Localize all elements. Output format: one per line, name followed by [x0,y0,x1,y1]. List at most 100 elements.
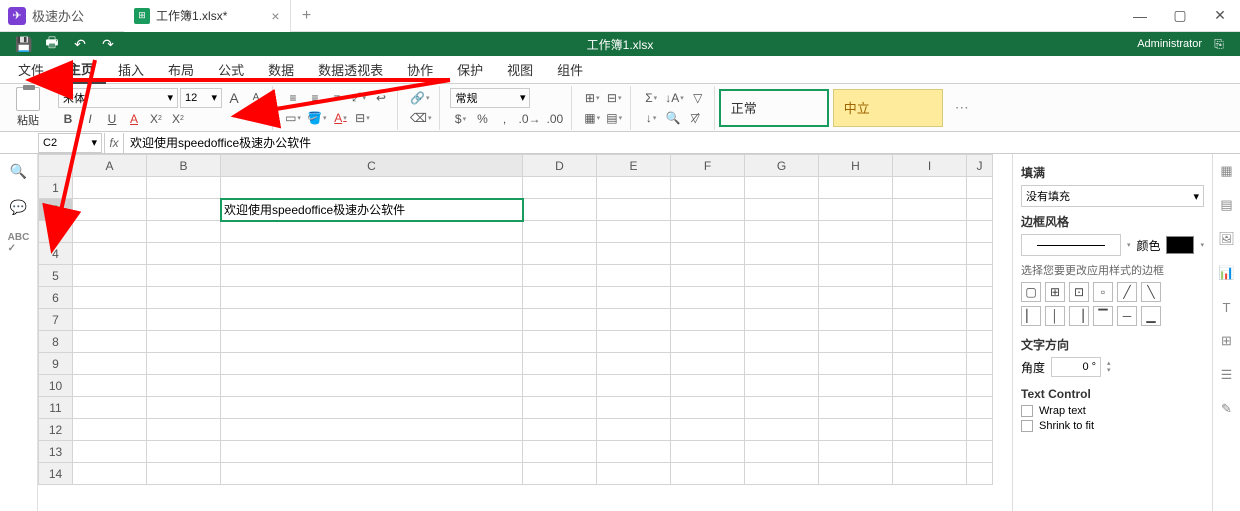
cell-J11[interactable] [967,397,993,419]
table-settings-icon[interactable]: ▤ [1218,196,1236,214]
border-diag-down-icon[interactable]: ╲ [1141,282,1161,302]
cell-D5[interactable] [523,265,597,287]
cell-J1[interactable] [967,177,993,199]
cell-C10[interactable] [221,375,523,397]
angle-down-icon[interactable]: ▾ [1107,367,1111,374]
cell-E2[interactable] [597,199,671,221]
decrease-decimal-button[interactable]: .00 [545,110,566,128]
menu-home[interactable]: 主页 [56,56,106,84]
cell-C5[interactable] [221,265,523,287]
cell-G10[interactable] [745,375,819,397]
currency-button[interactable]: $ [450,110,470,128]
cell-D6[interactable] [523,287,597,309]
cell-B8[interactable] [147,331,221,353]
clear-button[interactable]: ⌫ [408,109,433,127]
col-header-H[interactable]: H [819,155,893,177]
border-line-preview[interactable] [1021,234,1121,256]
shrink-checkbox[interactable] [1021,420,1033,432]
print-icon[interactable]: 🖶 [38,32,66,56]
cell-D9[interactable] [523,353,597,375]
cell-D7[interactable] [523,309,597,331]
cell-D3[interactable] [523,221,597,243]
italic-button[interactable]: I [80,110,100,128]
cell-H10[interactable] [819,375,893,397]
cell-H6[interactable] [819,287,893,309]
border-none-icon[interactable]: ▫ [1093,282,1113,302]
menu-formula[interactable]: 公式 [206,56,256,84]
add-tab-button[interactable]: + [291,7,323,25]
align-top-icon[interactable]: ≡ [283,89,303,107]
row-header-14[interactable]: 14 [39,463,73,485]
align-middle-icon[interactable]: ≡ [305,89,325,107]
col-header-C[interactable]: C [221,155,523,177]
cell-E1[interactable] [597,177,671,199]
comment-icon[interactable]: 💬 [10,198,28,216]
cell-C11[interactable] [221,397,523,419]
cell-I3[interactable] [893,221,967,243]
cell-J6[interactable] [967,287,993,309]
settings-icon[interactable]: ⎘ [1208,33,1230,55]
cell-C4[interactable] [221,243,523,265]
col-header-E[interactable]: E [597,155,671,177]
menu-data[interactable]: 数据 [256,56,306,84]
cell-D1[interactable] [523,177,597,199]
cell-B5[interactable] [147,265,221,287]
row-header-10[interactable]: 10 [39,375,73,397]
autosum-button[interactable]: Σ [641,89,661,107]
fx-icon[interactable]: fx [104,133,124,153]
cell-I1[interactable] [893,177,967,199]
wrap-text-button[interactable]: ↩ [371,89,391,107]
sort-button[interactable]: ↓A [663,89,686,107]
close-window-button[interactable]: ✕ [1200,0,1240,32]
font-color-dd[interactable]: A [330,109,350,127]
cell-style-normal[interactable]: 正常 [719,89,829,127]
menu-collab[interactable]: 协作 [395,56,445,84]
cell-B4[interactable] [147,243,221,265]
cell-A5[interactable] [73,265,147,287]
cell-H13[interactable] [819,441,893,463]
bold-button[interactable]: B [58,110,78,128]
cell-B9[interactable] [147,353,221,375]
close-icon[interactable]: × [271,8,279,24]
menu-protect[interactable]: 保护 [445,56,495,84]
border-all-icon[interactable]: ⊞ [1045,282,1065,302]
cell-C1[interactable] [221,177,523,199]
increase-decimal-button[interactable]: .0→ [516,110,542,128]
chart-settings-icon[interactable]: 📊 [1218,264,1236,282]
cell-C9[interactable] [221,353,523,375]
cell-G12[interactable] [745,419,819,441]
cell-G8[interactable] [745,331,819,353]
border-diag-up-icon[interactable]: ╱ [1117,282,1137,302]
pivot-settings-icon[interactable]: ⊞ [1218,332,1236,350]
cell-F8[interactable] [671,331,745,353]
formula-input[interactable] [126,133,1240,153]
cell-F13[interactable] [671,441,745,463]
cell-G3[interactable] [745,221,819,243]
cell-B12[interactable] [147,419,221,441]
col-header-A[interactable]: A [73,155,147,177]
border-button[interactable]: ▭ [283,109,303,127]
cell-H14[interactable] [819,463,893,485]
col-header-F[interactable]: F [671,155,745,177]
cell-G4[interactable] [745,243,819,265]
col-header-I[interactable]: I [893,155,967,177]
cell-C6[interactable] [221,287,523,309]
fill-color-button[interactable]: 🪣 [305,109,328,127]
cell-B7[interactable] [147,309,221,331]
cell-A9[interactable] [73,353,147,375]
cell-I4[interactable] [893,243,967,265]
cell-E12[interactable] [597,419,671,441]
cell-C3[interactable] [221,221,523,243]
cell-F11[interactable] [671,397,745,419]
font-color-button[interactable]: A [124,110,144,128]
cell-G1[interactable] [745,177,819,199]
cell-J7[interactable] [967,309,993,331]
cell-B2[interactable] [147,199,221,221]
font-name-select[interactable]: 宋体▾ [58,88,178,108]
paste-button[interactable]: 粘贴 [8,87,48,128]
cell-E6[interactable] [597,287,671,309]
slicer-icon[interactable]: ☰ [1218,366,1236,384]
cell-G14[interactable] [745,463,819,485]
col-header-G[interactable]: G [745,155,819,177]
maximize-button[interactable]: ▢ [1160,0,1200,32]
